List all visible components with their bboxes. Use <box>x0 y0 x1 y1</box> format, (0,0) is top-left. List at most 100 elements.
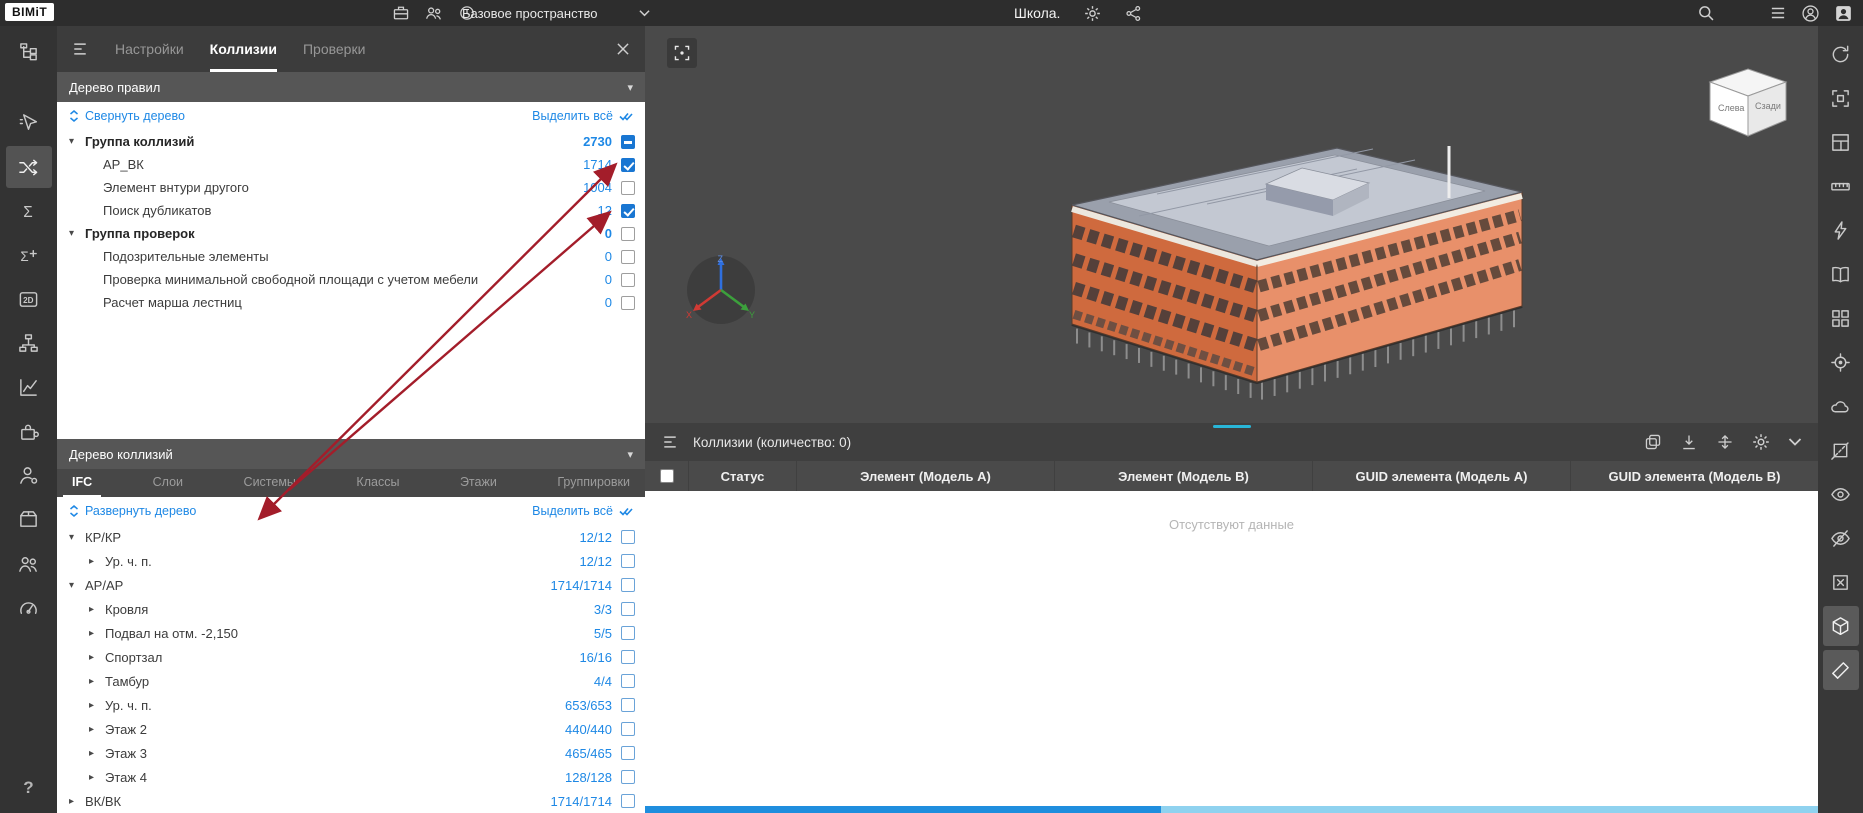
import-icon[interactable] <box>1680 433 1698 451</box>
panel-tab[interactable]: Проверки <box>303 26 365 72</box>
tree-item-checkbox[interactable] <box>621 530 635 544</box>
viewports-icon[interactable] <box>1823 122 1859 162</box>
collaboration-icon[interactable] <box>425 4 443 22</box>
profile-icon[interactable] <box>1834 4 1853 23</box>
expander-icon[interactable]: ▾ <box>69 580 85 591</box>
panel-tab[interactable]: Коллизии <box>209 26 277 72</box>
expander-icon[interactable]: ▸ <box>89 628 105 639</box>
expander-icon[interactable]: ▸ <box>89 700 105 711</box>
model-tree-icon[interactable] <box>6 31 52 73</box>
account-icon[interactable] <box>1801 4 1820 23</box>
locate-icon[interactable] <box>1823 342 1859 382</box>
tree-item-checkbox[interactable] <box>621 650 635 664</box>
expander-icon[interactable]: ▸ <box>89 556 105 567</box>
tree-item-checkbox[interactable] <box>621 134 635 149</box>
section-icon[interactable] <box>1823 430 1859 470</box>
view-cube-icon[interactable] <box>1822 606 1859 646</box>
search-icon[interactable] <box>1697 4 1715 22</box>
tree-item-checkbox[interactable] <box>621 272 635 287</box>
collapse-section-icon[interactable]: ▾ <box>627 81 633 94</box>
viewport-3d[interactable]: Z X Y Слева Сзади <box>645 26 1818 423</box>
toolbox-icon[interactable] <box>392 4 410 22</box>
list-icon[interactable] <box>1769 4 1787 22</box>
tree-item[interactable]: ▾ Группа коллизий 2730 <box>57 130 645 153</box>
collapse-tree-link[interactable]: Свернуть дерево <box>69 109 185 123</box>
gauge-icon[interactable] <box>6 586 52 628</box>
tree-item[interactable]: ▾ КР/КР 12/12 <box>57 525 645 549</box>
team-icon[interactable] <box>6 542 52 584</box>
tree-item[interactable]: Поиск дубликатов 12 <box>57 199 645 222</box>
subtab[interactable]: Этажи <box>451 469 506 497</box>
select-all-rules-link[interactable]: Выделить всё <box>532 109 633 123</box>
subtab[interactable]: IFC <box>63 469 102 497</box>
expander-icon[interactable]: ▾ <box>69 532 85 543</box>
help-button[interactable]: ? <box>0 771 57 805</box>
tree-item-checkbox[interactable] <box>621 794 635 808</box>
materials-icon[interactable] <box>1823 254 1859 294</box>
view-2d-icon[interactable]: 2D <box>6 278 52 320</box>
select-all-checkbox[interactable] <box>659 469 674 483</box>
fit-view-icon[interactable] <box>1823 78 1859 118</box>
visibility-off-icon[interactable] <box>1823 518 1859 558</box>
tree-item[interactable]: ▸ Этаж 2 440/440 <box>57 717 645 741</box>
tree-item[interactable]: ▸ Ур. ч. п. 653/653 <box>57 693 645 717</box>
tree-item-checkbox[interactable] <box>621 602 635 616</box>
tree-item[interactable]: Подозрительные элементы 0 <box>57 245 645 268</box>
expander-icon[interactable]: ▸ <box>69 796 85 807</box>
workspace-selector[interactable]: Базовое пространство <box>462 0 650 26</box>
tree-item-checkbox[interactable] <box>621 698 635 712</box>
share-icon[interactable] <box>1125 5 1142 22</box>
column-header[interactable]: Элемент (Модель A) <box>797 461 1055 491</box>
collapse-panel-icon[interactable] <box>1788 437 1802 447</box>
axis-gizmo[interactable]: Z X Y <box>683 252 759 328</box>
plugins-icon[interactable] <box>6 410 52 452</box>
tree-item[interactable]: ▸ ВК/ВК 1714/1714 <box>57 789 645 813</box>
tree-item[interactable]: ▸ Тамбур 4/4 <box>57 669 645 693</box>
select-icon[interactable] <box>6 102 52 144</box>
expander-icon[interactable]: ▸ <box>89 676 105 687</box>
collision-menu-icon[interactable] <box>661 433 679 451</box>
clip-plane-icon[interactable] <box>1822 650 1859 690</box>
expander-icon[interactable]: ▾ <box>69 136 85 147</box>
column-header[interactable]: GUID элемента (Модель A) <box>1313 461 1571 491</box>
tree-item[interactable]: ▾ АР/АР 1714/1714 <box>57 573 645 597</box>
markup-icon[interactable] <box>1823 386 1859 426</box>
sum-plus-icon[interactable]: Σ <box>6 234 52 276</box>
column-header[interactable]: Статус <box>689 461 797 491</box>
orbit-icon[interactable] <box>1823 34 1859 74</box>
tree-item-checkbox[interactable] <box>621 626 635 640</box>
tree-item-checkbox[interactable] <box>621 249 635 264</box>
expand-tree-link[interactable]: Развернуть дерево <box>69 504 196 518</box>
expander-icon[interactable]: ▸ <box>89 724 105 735</box>
subtab[interactable]: Системы <box>235 469 305 497</box>
tree-item-checkbox[interactable] <box>621 674 635 688</box>
table-settings-icon[interactable] <box>1752 433 1770 451</box>
tree-item[interactable]: ▸ Ур. ч. п. 12/12 <box>57 549 645 573</box>
isolate-icon[interactable] <box>1823 562 1859 602</box>
tree-item-checkbox[interactable] <box>621 295 635 310</box>
collisions-icon[interactable] <box>5 146 52 188</box>
tree-item-checkbox[interactable] <box>621 770 635 784</box>
subtab[interactable]: Слои <box>144 469 192 497</box>
grid-icon[interactable] <box>1823 298 1859 338</box>
tree-item-checkbox[interactable] <box>621 722 635 736</box>
tree-item[interactable]: ▸ Подвал на отм. -2,150 5/5 <box>57 621 645 645</box>
handover-icon[interactable] <box>6 498 52 540</box>
subtab[interactable]: Классы <box>347 469 408 497</box>
expander-icon[interactable]: ▸ <box>89 772 105 783</box>
analytics-icon[interactable] <box>6 366 52 408</box>
column-header[interactable]: GUID элемента (Модель B) <box>1571 461 1818 491</box>
quick-measure-icon[interactable] <box>1823 210 1859 250</box>
tree-item[interactable]: Проверка минимальной свободной площади с… <box>57 268 645 291</box>
column-header[interactable]: Элемент (Модель B) <box>1055 461 1313 491</box>
settings-icon[interactable] <box>1084 5 1101 22</box>
tree-item[interactable]: ▸ Спортзал 16/16 <box>57 645 645 669</box>
select-all-collisions-link[interactable]: Выделить всё <box>532 504 633 518</box>
group-icon[interactable] <box>1644 433 1662 451</box>
expander-icon[interactable]: ▸ <box>89 604 105 615</box>
expander-icon[interactable]: ▸ <box>89 652 105 663</box>
tree-item[interactable]: ▸ Этаж 4 128/128 <box>57 765 645 789</box>
hierarchy-icon[interactable] <box>6 322 52 364</box>
person-location-icon[interactable] <box>6 454 52 496</box>
tree-item[interactable]: ▸ Кровля 3/3 <box>57 597 645 621</box>
